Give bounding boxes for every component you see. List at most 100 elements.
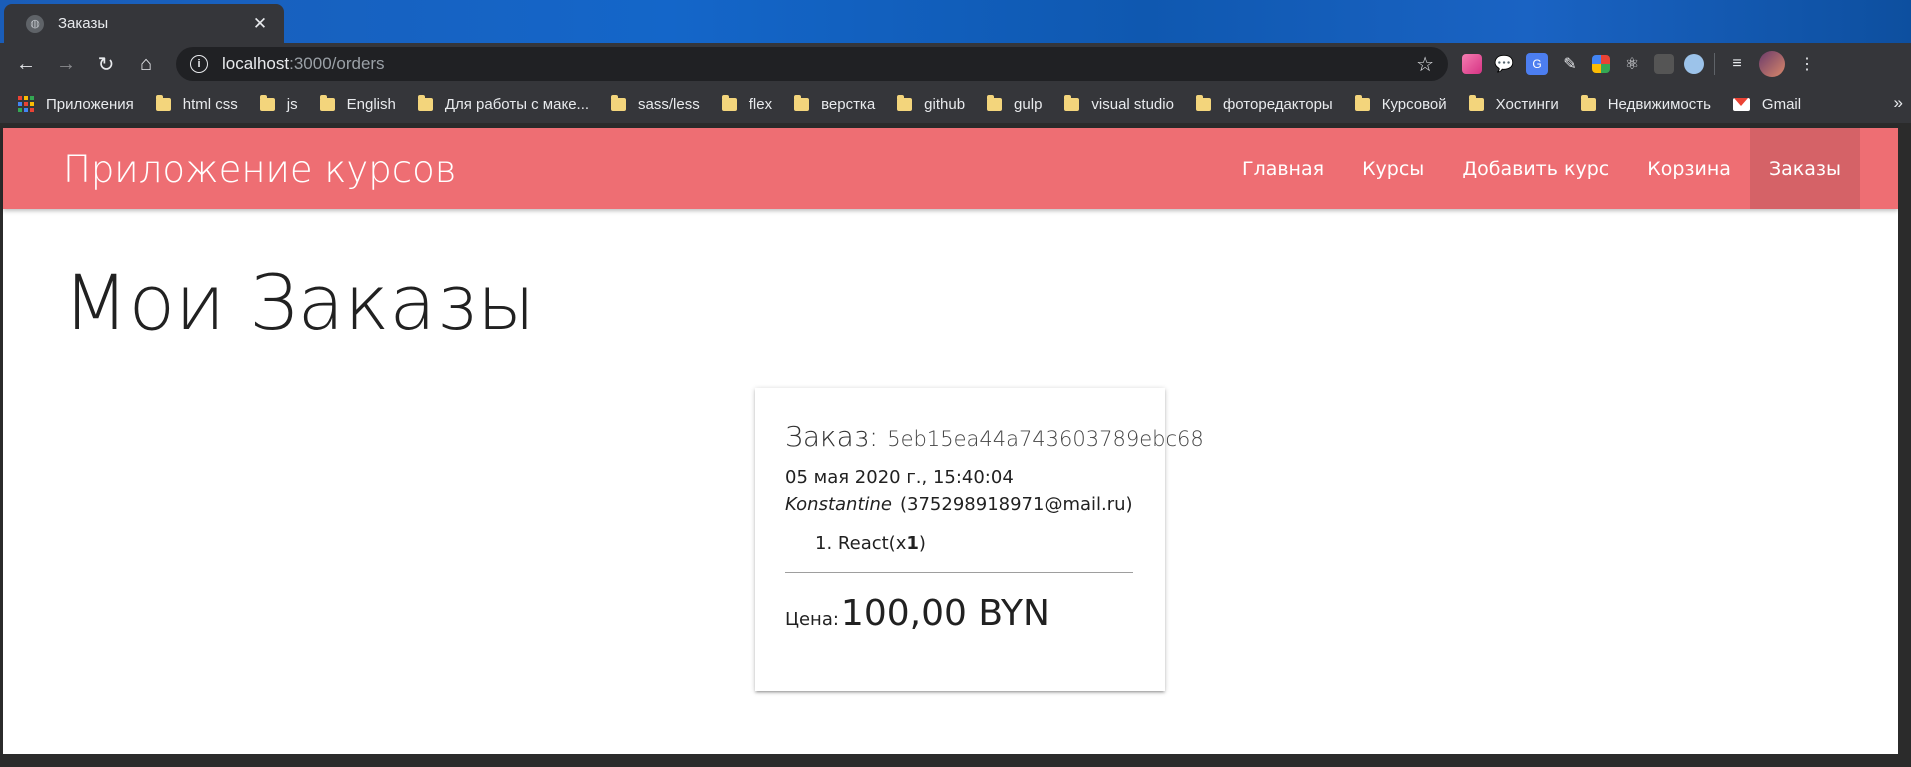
- bookmark-folder[interactable]: gulp: [987, 94, 1042, 113]
- tab-orders[interactable]: ◍ Заказы ✕: [4, 4, 284, 43]
- bookmark-folder[interactable]: js: [259, 94, 298, 113]
- folder-icon: [1354, 94, 1370, 111]
- bookmark-label: Курсовой: [1381, 95, 1447, 113]
- toolbar-divider: [1714, 53, 1715, 75]
- extensions-area: 💬 G ✎ ⚛ ≡ ⋮: [1462, 47, 1819, 81]
- folder-icon: [897, 94, 913, 111]
- window-frame-right: [1898, 128, 1911, 754]
- extension-gray-icon[interactable]: [1654, 54, 1674, 74]
- bookmark-folder[interactable]: Хостинги: [1468, 94, 1559, 113]
- bookmark-folder[interactable]: фоторедакторы: [1195, 94, 1333, 113]
- price-label: Цена:: [785, 609, 839, 630]
- order-date: 05 мая 2020 г., 15:40:04: [785, 467, 1014, 488]
- bookmark-label: English: [346, 95, 396, 113]
- folder-icon: [1195, 94, 1211, 111]
- bookmark-label: html css: [182, 95, 238, 113]
- menu-icon[interactable]: ⋮: [1795, 52, 1819, 76]
- bookmark-label: js: [286, 95, 298, 113]
- tab-title: Заказы: [58, 15, 109, 32]
- chevron-right-icon[interactable]: »: [1894, 93, 1903, 113]
- address-path: :3000/orders: [289, 54, 385, 73]
- reload-icon[interactable]: ↻: [86, 46, 126, 82]
- extension-chat-icon[interactable]: 💬: [1492, 52, 1516, 76]
- globe-icon: ◍: [26, 14, 44, 33]
- price-row: Цена: 100,00 BYN: [785, 593, 1135, 634]
- react-devtools-icon[interactable]: ⚛: [1620, 52, 1644, 76]
- item-index: 1.: [815, 533, 833, 554]
- divider: [785, 572, 1133, 573]
- bookmark-folder[interactable]: sass/less: [611, 94, 700, 113]
- bookmark-label: верстка: [821, 95, 876, 113]
- brand-logo[interactable]: Приложение курсов: [63, 148, 456, 191]
- extension-grid-icon[interactable]: [1592, 55, 1610, 73]
- extension-pink-icon[interactable]: [1462, 54, 1482, 74]
- bookmark-folder[interactable]: Курсовой: [1354, 94, 1447, 113]
- price-value: 100,00 BYN: [840, 593, 1050, 634]
- browser-window: ◍ Заказы ✕ ← → ↻ ⌂ i localhost:3000/orde…: [0, 0, 1911, 767]
- folder-icon: [794, 94, 810, 111]
- bookmark-label: visual studio: [1091, 95, 1174, 113]
- order-id: 5eb15ea44a743603789ebc68: [887, 427, 1204, 451]
- address-bar[interactable]: i localhost:3000/orders ☆: [176, 47, 1448, 81]
- bookmark-label: Недвижимость: [1607, 95, 1711, 113]
- folder-icon: [1580, 94, 1596, 111]
- order-label: Заказ:: [785, 420, 879, 453]
- forward-arrow-icon[interactable]: →: [46, 46, 86, 82]
- nav-link-home[interactable]: Главная: [1223, 128, 1343, 209]
- gmail-icon: [1732, 97, 1750, 111]
- tab-strip: ◍ Заказы ✕: [0, 0, 1911, 43]
- playlist-icon[interactable]: ≡: [1725, 52, 1749, 76]
- color-picker-icon[interactable]: ✎: [1558, 52, 1582, 76]
- bookmark-label: Хостинги: [1495, 95, 1559, 113]
- extension-circle-icon[interactable]: [1684, 54, 1704, 74]
- window-frame-bottom: [0, 754, 1911, 767]
- bookmark-label: sass/less: [638, 95, 700, 113]
- bookmark-apps[interactable]: Приложения: [18, 96, 134, 113]
- bookmark-label: Приложения: [46, 95, 134, 113]
- bookmark-folder[interactable]: Для работы с маке...: [417, 94, 590, 113]
- bookmark-gmail[interactable]: Gmail: [1732, 95, 1802, 113]
- bookmark-label: Gmail: [1761, 95, 1802, 113]
- star-icon[interactable]: ☆: [1416, 52, 1434, 77]
- folder-icon: [319, 94, 335, 111]
- bookmark-folder[interactable]: English: [319, 94, 396, 113]
- bookmark-folder[interactable]: github: [897, 94, 966, 113]
- bookmark-folder[interactable]: visual studio: [1064, 94, 1174, 113]
- bookmark-label: github: [924, 95, 966, 113]
- bookmark-label: Для работы с маке...: [444, 95, 590, 113]
- info-icon[interactable]: i: [190, 55, 208, 73]
- avatar[interactable]: [1759, 51, 1785, 77]
- bookmark-folder[interactable]: html css: [155, 94, 238, 113]
- nav-link-add-course[interactable]: Добавить курс: [1443, 128, 1628, 209]
- folder-icon: [1064, 94, 1080, 111]
- order-items-list: 1. React(x1): [815, 533, 1135, 554]
- site-navbar: Приложение курсов Главная Курсы Добавить…: [3, 128, 1898, 209]
- bookmark-folder[interactable]: Недвижимость: [1580, 94, 1711, 113]
- folder-icon: [259, 94, 275, 111]
- item-qty: 1: [906, 533, 919, 554]
- folder-icon: [611, 94, 627, 111]
- bookmark-label: flex: [748, 95, 773, 113]
- nav-link-courses[interactable]: Курсы: [1343, 128, 1443, 209]
- translate-icon[interactable]: G: [1526, 53, 1548, 75]
- folder-icon: [417, 94, 433, 111]
- bookmark-folder[interactable]: flex: [721, 94, 773, 113]
- bookmarks-bar: Приложения html css js English Для работ…: [0, 85, 1911, 123]
- folder-icon: [1468, 94, 1484, 111]
- folder-icon: [987, 94, 1003, 111]
- bookmark-folder[interactable]: верстка: [794, 94, 876, 113]
- nav-links: Главная Курсы Добавить курс Корзина Зака…: [1223, 128, 1860, 209]
- folder-icon: [155, 94, 171, 111]
- close-icon[interactable]: ✕: [248, 14, 272, 34]
- order-user: Konstantine (375298918971@mail.ru): [785, 494, 1135, 515]
- browser-toolbar: ← → ↻ ⌂ i localhost:3000/orders ☆ 💬 G ✎ …: [0, 43, 1911, 85]
- nav-link-orders[interactable]: Заказы: [1749, 128, 1860, 209]
- user-email: (375298918971@mail.ru): [900, 494, 1133, 515]
- home-icon[interactable]: ⌂: [126, 46, 166, 82]
- back-arrow-icon[interactable]: ←: [6, 46, 46, 82]
- apps-icon: [18, 96, 34, 112]
- bookmark-label: фоторедакторы: [1222, 95, 1333, 113]
- user-name: Konstantine: [785, 494, 892, 515]
- nav-link-cart[interactable]: Корзина: [1628, 128, 1750, 209]
- page-title: Мои Заказы: [63, 258, 536, 347]
